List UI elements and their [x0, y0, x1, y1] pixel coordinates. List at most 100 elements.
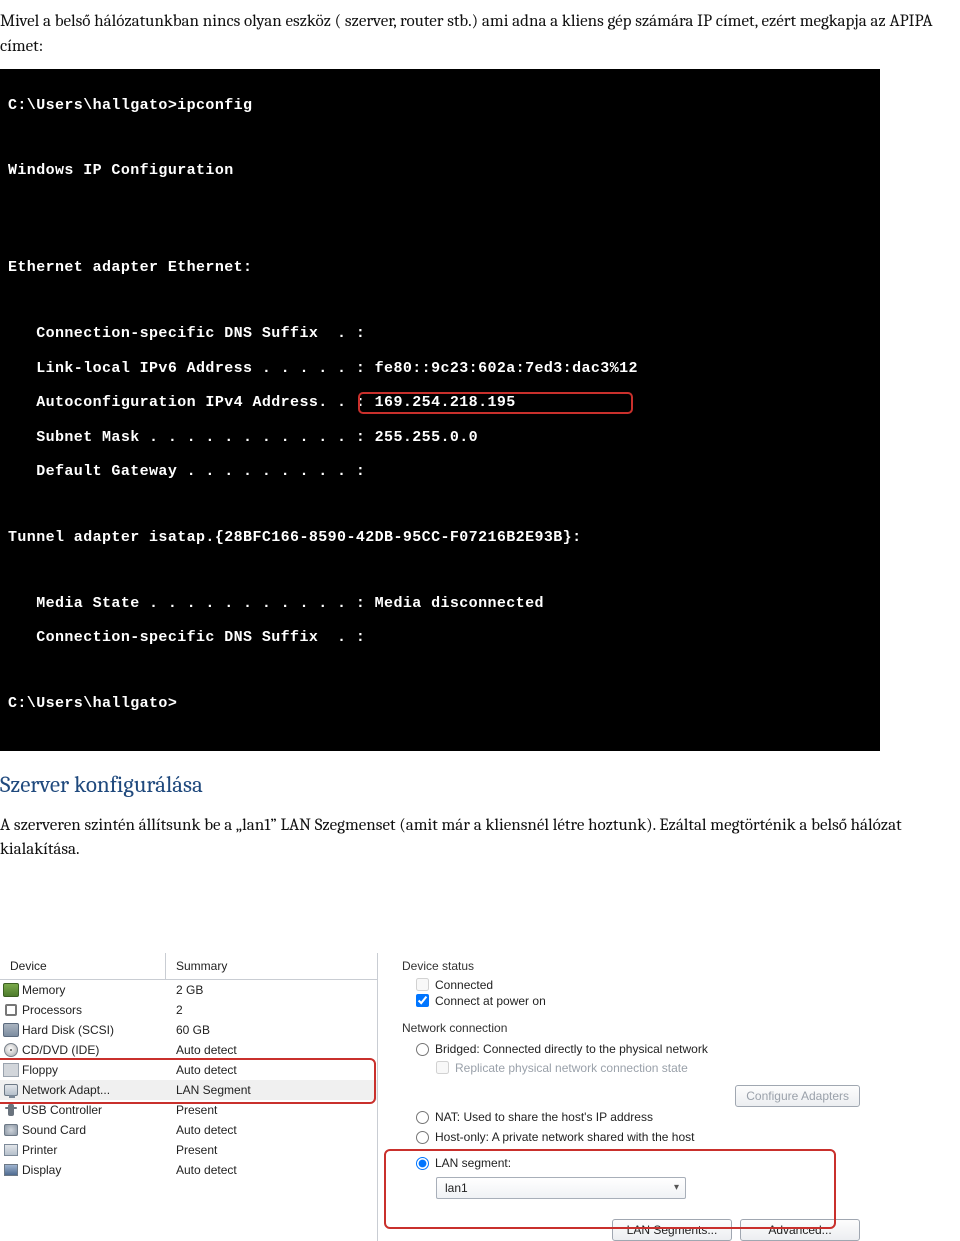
intro-paragraph: Mivel a belső hálózatunkban nincs olyan … — [0, 10, 960, 59]
device-summary: Auto detect — [166, 1123, 377, 1137]
lansegment-combo[interactable]: lan1 ▾ — [436, 1177, 686, 1199]
term-line: Default Gateway . . . . . . . . . : — [8, 463, 872, 480]
device-name: CD/DVD (IDE) — [22, 1043, 166, 1057]
table-row[interactable]: USB ControllerPresent — [0, 1100, 377, 1120]
table-row[interactable]: PrinterPresent — [0, 1140, 377, 1160]
checkbox-icon — [436, 1061, 449, 1074]
lansegment-radio[interactable]: LAN segment: — [402, 1153, 870, 1173]
device-icon — [0, 1004, 22, 1016]
radio-icon — [416, 1157, 429, 1170]
radio-label: Bridged: Connected directly to the physi… — [435, 1042, 708, 1056]
device-icon — [0, 1023, 22, 1037]
term-line: Subnet Mask . . . . . . . . . . . : 255.… — [8, 429, 872, 446]
section-heading: Szerver konfigurálása — [0, 771, 960, 798]
device-summary: Auto detect — [166, 1063, 377, 1077]
term-line: Media State . . . . . . . . . . . : Medi… — [8, 595, 872, 612]
ic-hdd-icon — [3, 1023, 19, 1037]
vm-settings-panel: Device Summary Memory2 GBProcessors2Hard… — [0, 953, 870, 1241]
device-icon — [0, 1104, 22, 1116]
checkbox-icon — [416, 978, 429, 991]
device-icon — [0, 1043, 22, 1057]
table-row[interactable]: CD/DVD (IDE)Auto detect — [0, 1040, 377, 1060]
term-line: Tunnel adapter isatap.{28BFC166-8590-42D… — [8, 529, 872, 546]
device-summary: 2 GB — [166, 983, 377, 997]
device-icon — [0, 1164, 22, 1176]
device-icon — [0, 1063, 22, 1077]
network-connection-label: Network connection — [402, 1021, 870, 1035]
checkbox-label: Connect at power on — [435, 994, 546, 1008]
cmd-terminal: C:\Users\hallgato>ipconfig Windows IP Co… — [0, 69, 880, 750]
radio-label: NAT: Used to share the host's IP address — [435, 1110, 653, 1124]
table-row[interactable]: Memory2 GB — [0, 980, 377, 1000]
device-summary: Auto detect — [166, 1163, 377, 1177]
hostonly-radio[interactable]: Host-only: A private network shared with… — [402, 1127, 870, 1147]
term-line-text: Link-local IPv6 Address . . . . . : fe80… — [8, 360, 638, 377]
table-row[interactable]: Processors2 — [0, 1000, 377, 1020]
device-detail-pane: Device status Connected Connect at power… — [378, 953, 870, 1241]
ic-cd-icon — [4, 1043, 18, 1057]
radio-icon — [416, 1131, 429, 1144]
device-summary: Auto detect — [166, 1043, 377, 1057]
term-line: Windows IP Configuration — [8, 162, 872, 179]
radio-label: Host-only: A private network shared with… — [435, 1130, 694, 1144]
device-name: Floppy — [22, 1063, 166, 1077]
connect-poweron-checkbox[interactable]: Connect at power on — [402, 993, 870, 1009]
radio-icon — [416, 1111, 429, 1124]
device-name: Sound Card — [22, 1123, 166, 1137]
checkbox-icon — [416, 994, 429, 1007]
ic-cpu-icon — [5, 1004, 17, 1016]
term-line: Connection-specific DNS Suffix . : — [8, 629, 872, 646]
ic-mem-icon — [3, 983, 19, 997]
device-name: Network Adapt... — [22, 1083, 166, 1097]
device-icon — [0, 1144, 22, 1156]
table-row[interactable]: Hard Disk (SCSI)60 GB — [0, 1020, 377, 1040]
device-icon — [0, 1124, 22, 1136]
device-summary: Present — [166, 1103, 377, 1117]
combo-value: lan1 — [445, 1181, 468, 1195]
radio-label: LAN segment: — [435, 1156, 511, 1170]
lan-segments-button[interactable]: LAN Segments... — [612, 1219, 732, 1241]
term-line: C:\Users\hallgato> — [8, 695, 872, 712]
ic-dsp-icon — [4, 1164, 18, 1176]
term-line: Connection-specific DNS Suffix . : — [8, 325, 872, 342]
chevron-down-icon: ▾ — [674, 1182, 679, 1193]
device-name: Processors — [22, 1003, 166, 1017]
col-summary-header[interactable]: Summary — [166, 953, 377, 979]
table-row[interactable]: DisplayAuto detect — [0, 1160, 377, 1180]
table-row[interactable]: Sound CardAuto detect — [0, 1120, 377, 1140]
bridged-radio[interactable]: Bridged: Connected directly to the physi… — [402, 1039, 870, 1059]
device-icon — [0, 1084, 22, 1096]
term-line-highlighted: Autoconfiguration IPv4 Address. . : 169.… — [8, 394, 872, 411]
ic-snd-icon — [4, 1124, 18, 1136]
device-name: Memory — [22, 983, 166, 997]
body-paragraph: A szerveren szintén állítsunk be a „lan1… — [0, 814, 960, 863]
device-name: Printer — [22, 1143, 166, 1157]
ic-usb-icon — [8, 1104, 14, 1116]
device-name: Hard Disk (SCSI) — [22, 1023, 166, 1037]
configure-adapters-button: Configure Adapters — [735, 1085, 860, 1107]
device-summary: 2 — [166, 1003, 377, 1017]
term-line: Ethernet adapter Ethernet: — [8, 259, 872, 276]
checkbox-label: Connected — [435, 978, 493, 992]
device-name: USB Controller — [22, 1103, 166, 1117]
device-icon — [0, 983, 22, 997]
term-line-text: Autoconfiguration IPv4 Address. . : 169.… — [8, 394, 516, 411]
table-row[interactable]: FloppyAuto detect — [0, 1060, 377, 1080]
device-list-header: Device Summary — [0, 953, 377, 980]
nat-radio[interactable]: NAT: Used to share the host's IP address — [402, 1107, 870, 1127]
device-list: Device Summary Memory2 GBProcessors2Hard… — [0, 953, 378, 1241]
table-row[interactable]: Network Adapt...LAN Segment — [0, 1080, 377, 1100]
col-device-header[interactable]: Device — [0, 953, 166, 979]
device-summary: Present — [166, 1143, 377, 1157]
ic-net-icon — [4, 1084, 18, 1096]
term-line: Link-local IPv6 Address . . . . . : fe80… — [8, 360, 872, 377]
checkbox-label: Replicate physical network connection st… — [455, 1061, 688, 1075]
device-summary: LAN Segment — [166, 1083, 377, 1097]
connected-checkbox[interactable]: Connected — [402, 977, 870, 993]
ic-flp-icon — [3, 1063, 19, 1077]
term-line: C:\Users\hallgato>ipconfig — [8, 97, 872, 114]
device-summary: 60 GB — [166, 1023, 377, 1037]
ic-prn-icon — [4, 1144, 18, 1156]
device-status-label: Device status — [402, 959, 870, 973]
advanced-button[interactable]: Advanced... — [740, 1219, 860, 1241]
